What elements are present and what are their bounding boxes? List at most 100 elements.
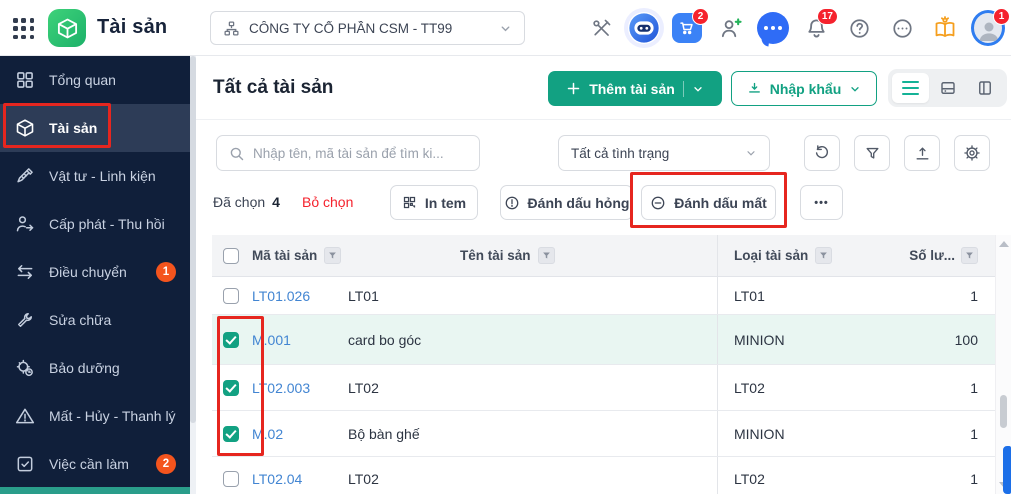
user-arrow-icon (15, 214, 35, 234)
asset-type: MINION (717, 411, 905, 456)
cart-icon[interactable]: 2 (670, 8, 709, 45)
upload-icon (914, 145, 931, 162)
table-row[interactable]: M.001 card bo góc MINION 100 (212, 315, 995, 365)
asset-code-link[interactable]: M.001 (250, 332, 348, 348)
asset-code-link[interactable]: LT01.026 (250, 288, 348, 304)
asset-code-link[interactable]: M.02 (250, 426, 348, 442)
sidebar-item-lost-disposal[interactable]: Mất - Hủy - Thanh lý (0, 392, 190, 440)
print-label: In tem (424, 194, 467, 211)
asset-qty: 100 (954, 331, 978, 348)
refresh-icon (813, 144, 831, 162)
panel-view-icon (976, 79, 994, 97)
search-input[interactable] (253, 145, 468, 161)
search-box (216, 135, 480, 171)
company-name: CÔNG TY CỔ PHẦN CSM - TT99 (249, 20, 453, 36)
filter-button[interactable] (854, 135, 890, 171)
qr-code-icon (402, 195, 417, 210)
chevron-down-icon (499, 22, 512, 35)
asset-code-link[interactable]: LT02.04 (250, 471, 348, 487)
sidebar-item-transfer[interactable]: Điều chuyển 1 (0, 248, 190, 296)
top-bar: Tài sản CÔNG TY CỔ PHẦN CSM - TT99 2 17 … (0, 0, 1011, 56)
screw-icon (15, 166, 35, 186)
column-filter-icon[interactable] (537, 247, 555, 264)
sidebar-item-repair[interactable]: Sửa chữa (0, 296, 190, 344)
company-selector[interactable]: CÔNG TY CỔ PHẦN CSM - TT99 (210, 11, 525, 45)
user-avatar[interactable]: 1 (971, 8, 1010, 46)
mark-lost-button[interactable]: Đánh dấu mất (641, 185, 776, 220)
asset-name: Bộ bàn ghế (348, 425, 420, 442)
sidebar-item-assets[interactable]: Tài sản (0, 104, 190, 152)
chevron-down-icon (849, 83, 861, 95)
view-list-button[interactable] (892, 73, 929, 103)
more-options-icon[interactable] (885, 11, 919, 45)
chat-icon[interactable] (756, 11, 790, 45)
table-row[interactable]: LT02.003 LT02 LT02 1 (212, 365, 995, 411)
more-actions-button[interactable]: ••• (800, 185, 843, 220)
sidebar-item-allocation[interactable]: Cấp phát - Thu hồi (0, 200, 190, 248)
column-filter-icon[interactable] (324, 247, 342, 264)
asset-type: LT01 (717, 277, 905, 314)
notification-bell-icon[interactable]: 17 (799, 8, 838, 45)
row-checkbox[interactable] (223, 379, 239, 396)
selected-count: 4 (272, 194, 280, 210)
table-row[interactable]: LT02.04 LT02 LT02 1 (212, 457, 995, 494)
panel-view-icon-button[interactable] (966, 73, 1003, 103)
sidebar-item-label: Mất - Hủy - Thanh lý (49, 408, 176, 424)
sidebar-scrollbar[interactable] (190, 56, 196, 494)
export-button[interactable] (904, 135, 940, 171)
asset-name: LT02 (348, 379, 379, 396)
asset-qty: 1 (970, 425, 978, 442)
sidebar: Tổng quan Tài sản Vật tư - Linh kiện Cấp… (0, 56, 190, 494)
asset-name: card bo góc (348, 331, 422, 348)
add-asset-button[interactable]: Thêm tài sản (548, 71, 722, 106)
todo-badge: 2 (156, 454, 176, 474)
import-label: Nhập khẩu (769, 80, 842, 97)
plus-icon (566, 81, 581, 96)
scroll-up-arrow[interactable] (999, 241, 1009, 247)
scrollbar-thumb[interactable] (1000, 395, 1007, 428)
asset-type: LT02 (717, 365, 905, 410)
transfer-badge: 1 (156, 262, 176, 282)
status-filter-value: Tất cả tình trạng (571, 145, 670, 161)
app-logo (48, 9, 86, 47)
refresh-button[interactable] (804, 135, 840, 171)
sidebar-item-supplies[interactable]: Vật tư - Linh kiện (0, 152, 190, 200)
assistant-robot-icon[interactable] (627, 11, 661, 45)
deselect-link[interactable]: Bỏ chọn (302, 194, 353, 210)
sitemap-icon (223, 20, 240, 37)
row-checkbox[interactable] (223, 331, 239, 348)
cart-badge: 2 (692, 8, 709, 25)
invite-user-icon[interactable] (713, 11, 747, 45)
chevron-down-icon[interactable] (692, 83, 704, 95)
column-filter-icon[interactable] (815, 247, 833, 264)
minus-circle-icon (650, 195, 666, 211)
add-asset-label: Thêm tài sản (589, 80, 675, 97)
column-filter-icon[interactable] (961, 247, 978, 264)
row-checkbox[interactable] (223, 470, 239, 487)
import-button[interactable]: Nhập khẩu (731, 71, 877, 106)
mark-broken-button[interactable]: Đánh dấu hỏng (500, 185, 633, 220)
sidebar-item-maintenance[interactable]: Bảo dưỡng (0, 344, 190, 392)
view-card-button[interactable] (929, 73, 966, 103)
sidebar-item-todo[interactable]: Việc cần làm 2 (0, 440, 190, 488)
guide-book-icon[interactable] (928, 11, 962, 45)
tools-icon[interactable] (584, 11, 618, 45)
row-checkbox[interactable] (223, 287, 239, 304)
table-row[interactable]: LT01.026 LT01 LT01 1 (212, 277, 995, 315)
gear-icon (963, 144, 981, 162)
asset-code-link[interactable]: LT02.003 (250, 380, 348, 396)
help-icon[interactable] (842, 11, 876, 45)
settings-button[interactable] (954, 135, 990, 171)
assets-table: Mã tài sản Tên tài sản Loại tài sản Số l… (212, 235, 995, 494)
table-row[interactable]: M.02 Bộ bàn ghế MINION 1 (212, 411, 995, 457)
row-checkbox[interactable] (223, 425, 239, 442)
status-filter-select[interactable]: Tất cả tình trạng (558, 135, 770, 171)
select-all-checkbox[interactable] (223, 247, 239, 264)
ellipsis-icon: ••• (814, 196, 829, 209)
notification-badge: 17 (816, 8, 838, 25)
sidebar-item-overview[interactable]: Tổng quan (0, 56, 190, 104)
print-label-button[interactable]: In tem (390, 185, 478, 220)
cube-icon (56, 17, 79, 40)
edge-scrollbar-thumb[interactable] (1003, 446, 1011, 494)
app-launcher-icon[interactable] (13, 18, 35, 40)
